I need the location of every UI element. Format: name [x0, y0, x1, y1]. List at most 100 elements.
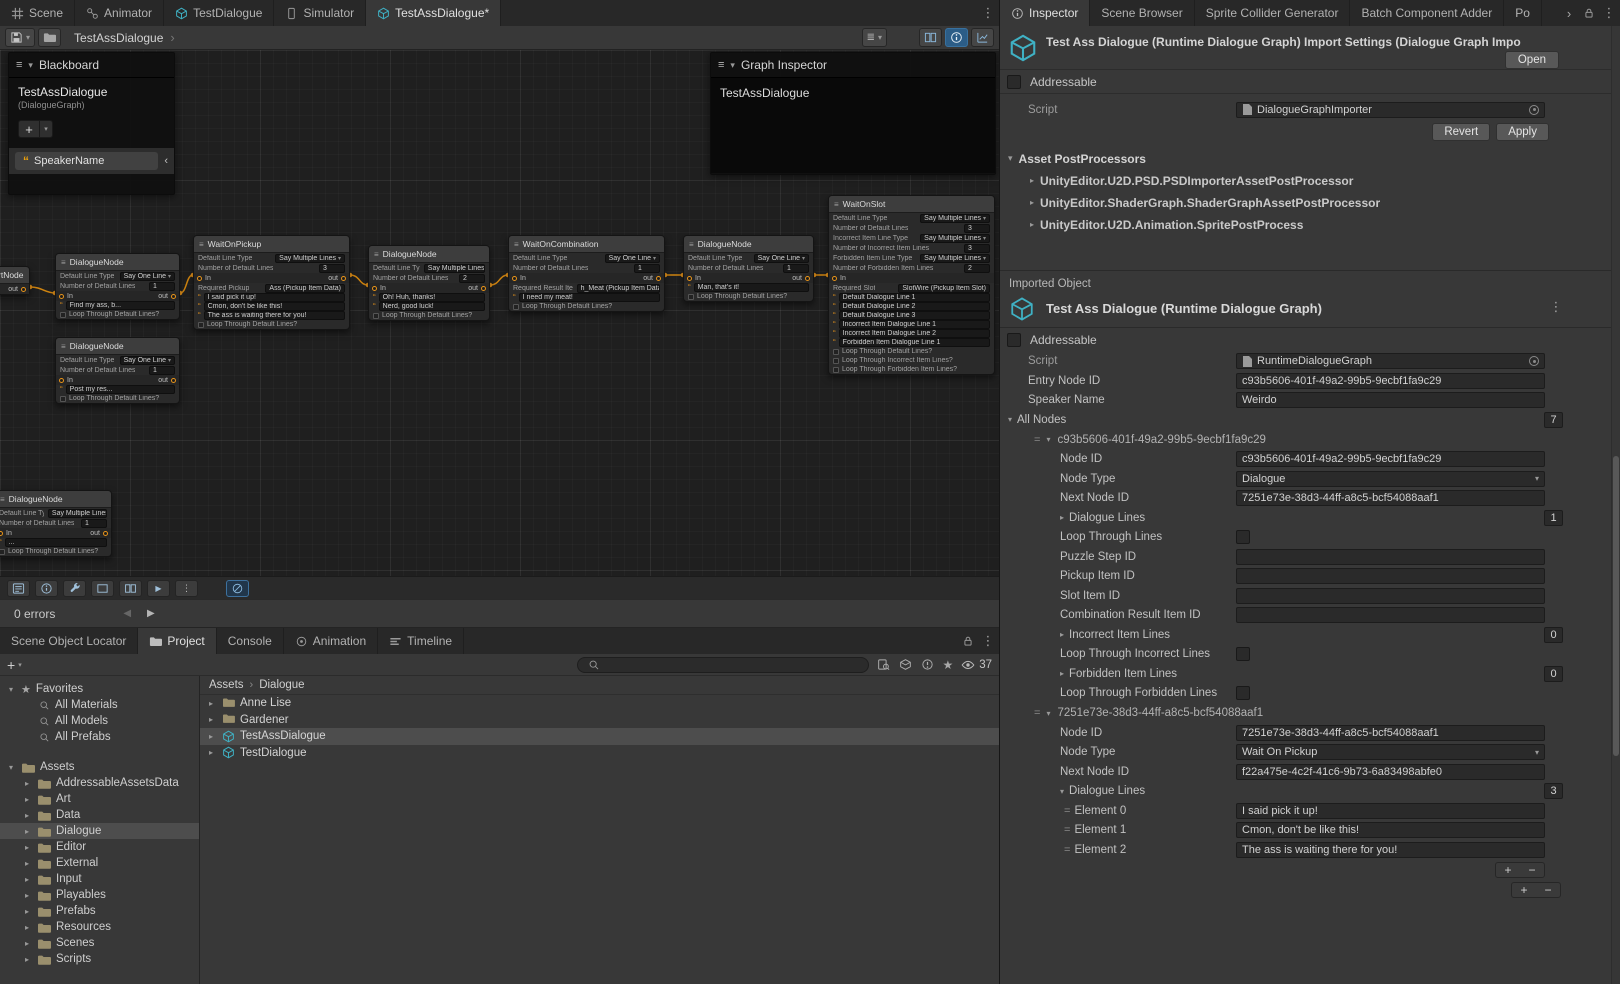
expand-arrow-icon[interactable]: ▸	[209, 699, 217, 708]
tab-simulator[interactable]: Simulator	[274, 0, 366, 26]
columns-icon[interactable]	[119, 580, 142, 597]
lock-icon[interactable]	[959, 628, 977, 654]
input-port[interactable]	[512, 276, 517, 281]
tree-folder-item[interactable]: ▸ Scenes	[0, 935, 199, 951]
graph-node-dialogue-4[interactable]: ≡DialogueNode Default Line TypeSay One L…	[683, 235, 814, 302]
tab-test-ass-dialogue[interactable]: TestAssDialogue*	[366, 0, 501, 26]
tree-folder-item[interactable]: ▸ Editor	[0, 839, 199, 855]
more-options-icon[interactable]: ⋮	[175, 580, 198, 597]
node-id-field[interactable]: c93b5606-401f-49a2-99b5-9ecbf1fa9c29	[1236, 451, 1545, 467]
all-nodes-foldout[interactable]: ▾All Nodes	[1000, 414, 1236, 426]
foldout-arrow-icon[interactable]: ▸	[22, 779, 32, 788]
expand-arrow-icon[interactable]: ▸	[209, 732, 217, 741]
foldout-arrow-icon[interactable]: ▸	[22, 843, 32, 852]
tab-batch-component-adder[interactable]: Batch Component Adder	[1350, 0, 1504, 26]
input-port[interactable]	[372, 286, 377, 291]
loop-through-forbidden-lines-checkbox[interactable]	[1236, 686, 1250, 700]
graph-node-wait-on-slot[interactable]: ≡WaitOnSlot Default Line TypeSay Multipl…	[828, 195, 995, 375]
tab-console[interactable]: Console	[217, 628, 284, 654]
tab-test-dialogue[interactable]: TestDialogue	[164, 0, 274, 26]
input-port[interactable]	[687, 276, 692, 281]
forbidden-lines-count-field[interactable]: 0	[1544, 666, 1563, 682]
postprocessors-foldout[interactable]: ▾ Asset PostProcessors	[1000, 148, 1611, 170]
pickup-item-id-field[interactable]	[1236, 568, 1545, 584]
tree-folder-item[interactable]: ▸ External	[0, 855, 199, 871]
graph-view-menu-button[interactable]: ≣▾	[862, 28, 887, 47]
addressable-checkbox[interactable]	[1007, 75, 1021, 89]
tree-folder-item[interactable]: ▸ Data	[0, 807, 199, 823]
incorrect-item-lines-foldout[interactable]: ▸Incorrect Item Lines	[1000, 629, 1236, 641]
layout-toggle-button[interactable]	[919, 28, 942, 47]
tab-scene-object-locator[interactable]: Scene Object Locator	[0, 628, 138, 654]
foldout-arrow-icon[interactable]: ▸	[22, 891, 32, 900]
asset-item[interactable]: ▸ TestAssDialogue	[200, 728, 999, 745]
node-type-dropdown[interactable]: Dialogue▾	[1236, 471, 1545, 487]
graph-node-dialogue-3[interactable]: ≡DialogueNode Default Line TypeSay Multi…	[368, 245, 490, 321]
tab-animator[interactable]: Animator	[75, 0, 164, 26]
open-asset-button[interactable]	[38, 28, 61, 47]
slot-item-id-field[interactable]	[1236, 588, 1545, 604]
loop-checkbox[interactable]	[198, 322, 204, 328]
search-input[interactable]	[606, 659, 860, 671]
graph-node-wait-on-combination[interactable]: ≡WaitOnCombination Default Line TypeSay …	[508, 235, 665, 312]
dialogue-line-field[interactable]: The ass is waiting there for you!	[1236, 842, 1545, 858]
foldout-arrow-icon[interactable]: ▸	[22, 795, 32, 804]
blackboard-panel[interactable]: ≡ ▾ Blackboard TestAssDialogue (Dialogue…	[8, 52, 175, 195]
favorites-item[interactable]: All Materials	[0, 697, 199, 713]
foldout-arrow-icon[interactable]: ▸	[22, 827, 32, 836]
node-type-dropdown[interactable]: Wait On Pickup▾	[1236, 744, 1545, 760]
loop-checkbox[interactable]	[373, 313, 379, 319]
drag-handle-icon[interactable]: =	[1034, 707, 1039, 719]
tree-folder-item[interactable]: ▸ Input	[0, 871, 199, 887]
forbidden-item-lines-foldout[interactable]: ▸Forbidden Item Lines	[1000, 668, 1236, 680]
dialogue-lines-count-field[interactable]: 3	[1544, 783, 1563, 799]
array-add-button[interactable]: +	[1512, 883, 1536, 897]
asset-item[interactable]: ▸ TestDialogue	[200, 745, 999, 762]
graph-node-start[interactable]: rtNode out	[0, 266, 30, 295]
dialogue-line-field[interactable]: I said pick it up!	[1236, 803, 1545, 819]
open-button[interactable]: Open	[1505, 51, 1559, 69]
blackboard-toggle-button[interactable]	[971, 28, 994, 47]
panel-menu-icon[interactable]: ≡	[718, 59, 724, 71]
console-list-icon[interactable]	[7, 580, 30, 597]
foldout-arrow-icon[interactable]: ▸	[22, 955, 32, 964]
loop-checkbox[interactable]	[688, 294, 694, 300]
wrench-icon[interactable]	[63, 580, 86, 597]
output-port[interactable]	[805, 276, 810, 281]
addressable-checkbox[interactable]	[1007, 333, 1021, 347]
dialogue-lines-count-field[interactable]: 1	[1544, 510, 1563, 526]
inspector-lock-icon[interactable]	[1580, 0, 1598, 26]
node-a-foldout[interactable]: = ▾ c93b5606-401f-49a2-99b5-9ecbf1fa9c29	[1000, 430, 1611, 450]
next-node-id-field[interactable]: f22a475e-4c2f-41c6-9b73-6a83498abfe0	[1236, 764, 1545, 780]
array-remove-button[interactable]: −	[1520, 863, 1544, 877]
object-picker-icon[interactable]	[1529, 105, 1539, 115]
node-id-field[interactable]: 7251e73e-38d3-44ff-a8c5-bcf54088aaf1	[1236, 725, 1545, 741]
output-port[interactable]	[656, 276, 661, 281]
loop-checkbox[interactable]	[0, 549, 5, 555]
foldout-arrow-icon[interactable]: ▸	[22, 811, 32, 820]
foldout-arrow-icon[interactable]: ▸	[22, 907, 32, 916]
tab-project[interactable]: Project	[138, 628, 216, 654]
search-by-type-icon[interactable]	[876, 657, 891, 672]
input-port[interactable]	[832, 276, 837, 281]
drag-handle-icon[interactable]: =	[1064, 844, 1069, 856]
tab-scene[interactable]: Scene	[0, 0, 75, 26]
play-icon[interactable]: ▶	[147, 580, 170, 597]
add-property-dropdown-icon[interactable]: ▾	[40, 120, 53, 138]
drag-handle-icon[interactable]: =	[1064, 824, 1069, 836]
save-button[interactable]: ▾	[5, 28, 35, 47]
dialogue-lines-foldout[interactable]: ▾Dialogue Lines	[1000, 785, 1236, 797]
output-port[interactable]	[103, 531, 108, 536]
incorrect-lines-count-field[interactable]: 0	[1544, 627, 1563, 643]
inspector-scrollbar[interactable]	[1611, 26, 1620, 984]
assets-root[interactable]: ▾ Assets	[0, 759, 199, 775]
tab-scroll-right-icon[interactable]: ›	[1558, 0, 1580, 26]
breadcrumb-assets[interactable]: Assets	[209, 679, 244, 691]
combination-result-item-id-field[interactable]	[1236, 607, 1545, 623]
array-add-button[interactable]: +	[1496, 863, 1520, 877]
next-node-id-field[interactable]: 7251e73e-38d3-44ff-a8c5-bcf54088aaf1	[1236, 490, 1545, 506]
favorites-item[interactable]: All Prefabs	[0, 729, 199, 745]
expand-arrow-icon[interactable]: ▸	[209, 748, 217, 757]
prev-error-icon[interactable]: ◀	[123, 608, 131, 619]
object-menu-icon[interactable]: ⋮	[1545, 299, 1567, 315]
